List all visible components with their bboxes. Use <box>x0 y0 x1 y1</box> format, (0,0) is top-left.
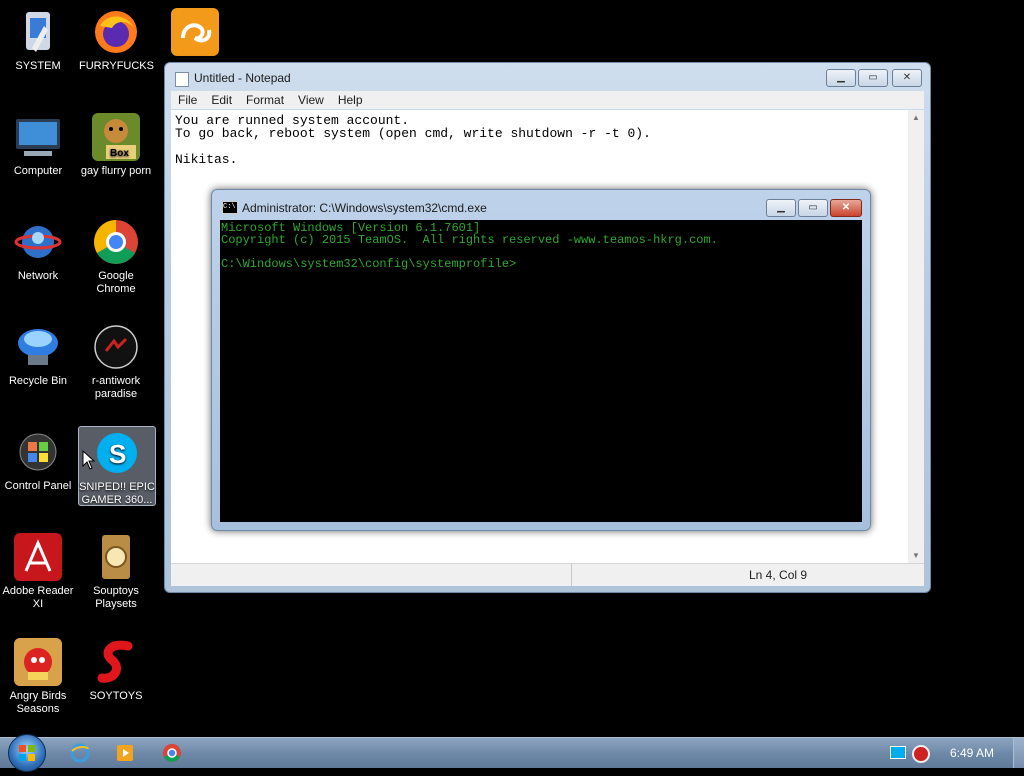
svg-text:S: S <box>109 439 126 469</box>
status-divider <box>571 564 572 586</box>
desktop-icon-souptoys[interactable]: Souptoys Playsets <box>79 533 153 611</box>
desktop-icon-label: Network <box>17 270 59 282</box>
notepad-statusbar: Ln 4, Col 9 <box>171 563 924 586</box>
desktop-icon-control-panel[interactable]: Control Panel <box>1 428 75 493</box>
desktop-icon-label: Adobe Reader XI <box>2 585 74 610</box>
desktop-icon-adobe-reader[interactable]: Adobe Reader XI <box>1 533 75 611</box>
adobe-reader-icon <box>14 533 62 581</box>
desktop-icon-chrome[interactable]: Google Chrome <box>79 218 153 296</box>
desktop-icon-recycle-bin[interactable]: Recycle Bin <box>1 323 75 388</box>
desktop-icon-r-antiwork[interactable]: r-antiwork paradise <box>79 323 153 401</box>
dog-box-icon: Box <box>92 113 140 161</box>
desktop-icon-label: Angry Birds Seasons <box>9 690 67 715</box>
desktop-icon-label: SYSTEM <box>15 60 61 72</box>
angry-birds-icon <box>14 638 62 686</box>
close-button[interactable]: ✕ <box>892 69 922 87</box>
windows-logo-icon <box>19 745 35 761</box>
computer-icon <box>14 113 62 161</box>
uc-browser-icon <box>171 8 219 56</box>
desktop-icon-label: r-antiwork paradise <box>91 375 141 400</box>
r-antiwork-icon <box>92 323 140 371</box>
desktop-icon-label: Control Panel <box>4 480 72 492</box>
chrome-taskbar-icon[interactable] <box>162 743 182 763</box>
cmd-titlebar[interactable]: C:\ Administrator: C:\Windows\system32\c… <box>212 190 870 220</box>
cmd-maximize-button[interactable]: ▭ <box>798 199 828 217</box>
desktop-icon-label: SOYTOYS <box>89 690 143 702</box>
media-player-taskbar-icon[interactable] <box>115 743 135 763</box>
firefox-icon <box>92 8 140 56</box>
menu-edit[interactable]: Edit <box>204 91 239 107</box>
desktop-icon-uc-browser[interactable] <box>158 8 232 60</box>
scroll-down-arrow-icon[interactable]: ▼ <box>912 551 920 560</box>
skype-icon: S <box>93 429 141 477</box>
notepad-title: Untitled - Notepad <box>194 71 291 85</box>
svg-text:Box: Box <box>110 148 129 159</box>
desktop-icon-soytoys[interactable]: SOYTOYS <box>79 638 153 703</box>
start-button[interactable] <box>8 734 46 772</box>
desktop-icon-label: Computer <box>13 165 63 177</box>
show-desktop-button[interactable] <box>1013 738 1024 768</box>
desktop-icon-gay-flurry[interactable]: Box gay flurry porn <box>79 113 153 178</box>
maximize-button[interactable]: ▭ <box>858 69 888 87</box>
desktop-icon-firefox[interactable]: FURRYFUCKS <box>79 8 154 73</box>
chrome-icon <box>92 218 140 266</box>
desktop-icon-angry-birds[interactable]: Angry Birds Seasons <box>1 638 75 716</box>
vertical-scrollbar[interactable]: ▲ ▼ <box>908 110 924 563</box>
cmd-window[interactable]: C:\ Administrator: C:\Windows\system32\c… <box>211 189 871 531</box>
scroll-up-arrow-icon[interactable]: ▲ <box>912 113 920 122</box>
minimize-button[interactable]: ▁ <box>826 69 856 87</box>
recycle-bin-icon <box>14 323 62 371</box>
control-panel-icon <box>14 428 62 476</box>
cmd-icon: C:\ <box>222 201 238 214</box>
desktop-icon-label: SNIPED!! EPIC GAMER 360... <box>79 481 155 506</box>
desktop-icon-computer[interactable]: Computer <box>1 113 75 178</box>
menu-format[interactable]: Format <box>239 91 291 107</box>
notepad-menubar: File Edit Format View Help <box>171 91 924 109</box>
desktop-icon-network[interactable]: Network <box>1 218 75 283</box>
desktop-icon-label: Google Chrome <box>96 270 136 295</box>
taskbar: 6:49 AM <box>0 734 1024 772</box>
desktop-icon-label: gay flurry porn <box>80 165 152 177</box>
souptoys-icon <box>92 533 140 581</box>
desktop-icon-label: Recycle Bin <box>8 375 68 387</box>
tray-display-icon[interactable] <box>890 746 906 759</box>
menu-file[interactable]: File <box>171 91 204 107</box>
soytoys-icon <box>92 638 140 686</box>
cmd-minimize-button[interactable]: ▁ <box>766 199 796 217</box>
mouse-cursor-icon <box>82 450 96 470</box>
tray-app-icon[interactable] <box>912 745 930 763</box>
desktop-icon-system[interactable]: SYSTEM <box>1 8 75 73</box>
taskbar-clock[interactable]: 6:49 AM <box>950 746 994 760</box>
notepad-titlebar[interactable]: Untitled - Notepad ▁ ▭ ✕ <box>165 63 930 93</box>
cmd-close-button[interactable]: ✕ <box>830 199 862 217</box>
desktop-icon-label: Souptoys Playsets <box>93 585 139 610</box>
network-icon <box>14 218 62 266</box>
system-icon <box>14 8 62 56</box>
notepad-icon <box>175 72 189 87</box>
cmd-console-output[interactable]: Microsoft Windows [Version 6.1.7601] Cop… <box>220 220 862 522</box>
menu-help[interactable]: Help <box>331 91 370 107</box>
cmd-title: Administrator: C:\Windows\system32\cmd.e… <box>242 201 487 215</box>
desktop-icon-label: FURRYFUCKS <box>79 60 154 72</box>
cursor-position: Ln 4, Col 9 <box>749 568 808 582</box>
menu-view[interactable]: View <box>291 91 331 107</box>
internet-explorer-taskbar-icon[interactable] <box>70 743 90 763</box>
